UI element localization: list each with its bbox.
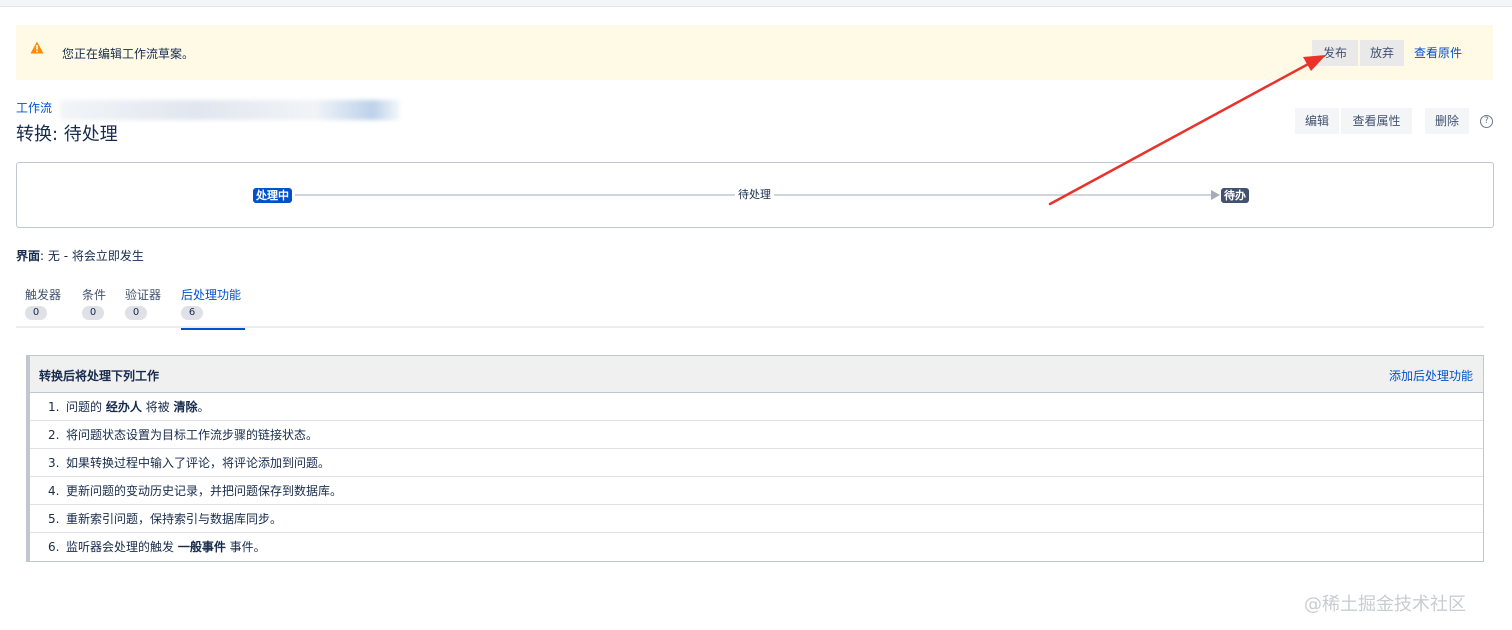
draft-warning-banner: 您正在编辑工作流草案。 发布 放弃 查看原件 [16,25,1493,80]
post-function-row: 2. 将问题状态设置为目标工作流步骤的链接状态。 [30,421,1483,449]
screen-label: 界面 [16,249,41,263]
publish-button[interactable]: 发布 [1312,40,1358,66]
watermark: @稀土掘金技术社区 [1304,594,1466,615]
post-functions-header: 转换后将处理下列工作 添加后处理功能 [30,356,1483,393]
post-function-row: 4. 更新问题的变动历史记录，并把问题保存到数据库。 [30,477,1483,505]
help-icon[interactable]: ? [1480,115,1493,128]
add-post-function-link[interactable]: 添加后处理功能 [1389,367,1473,384]
tab-post-functions[interactable]: 后处理功能 6 [181,286,245,330]
tab-count-badge: 0 [82,306,104,320]
screen-info: 界面: 无 - 将会立即发生 [16,247,144,264]
tab-label: 条件 [82,288,107,302]
post-function-row: 6. 监听器会处理的触发 一般事件 事件。 [48,540,266,554]
delete-button[interactable]: 删除 [1425,108,1469,134]
view-original-link[interactable]: 查看原件 [1414,40,1462,66]
page-title: 转换: 待处理 [16,124,118,145]
edit-button[interactable]: 编辑 [1295,108,1339,134]
tab-count-badge: 6 [181,306,203,320]
tab-label: 验证器 [125,288,162,302]
tab-label: 后处理功能 [181,288,242,302]
tab-label: 触发器 [25,288,62,302]
from-status-lozenge: 处理中 [253,188,292,203]
tab-count-badge: 0 [125,306,147,320]
warning-icon [30,41,44,54]
transition-tabs: 触发器 0 条件 0 验证器 0 后处理功能 6 [16,286,1484,330]
draft-message: 您正在编辑工作流草案。 [62,47,195,61]
discard-button[interactable]: 放弃 [1360,40,1404,66]
transition-diagram: 处理中 待处理 待办 [16,162,1494,228]
post-function-row: 5. 重新索引问题，保持索引与数据库同步。 [30,505,1483,533]
tab-count-badge: 0 [25,306,47,320]
post-functions-table: 转换后将处理下列工作 添加后处理功能 1. 问题的 经办人 将被 清除。 2. 将问… [26,355,1484,562]
tab-conditions[interactable]: 条件 0 [82,286,112,328]
arrow-head-icon [1211,190,1220,200]
tab-validators[interactable]: 验证器 0 [125,286,165,328]
to-status-lozenge: 待办 [1221,188,1249,203]
screen-value: : 无 - 将会立即发生 [40,249,144,263]
top-bar [0,0,1512,7]
view-properties-button[interactable]: 查看属性 [1341,108,1412,134]
post-function-row: 3. 如果转换过程中输入了评论，将评论添加到问题。 [30,449,1483,477]
post-function-row: 1. 问题的 经办人 将被 清除。 [30,393,1483,421]
post-functions-title: 转换后将处理下列工作 [39,369,160,383]
tab-triggers[interactable]: 触发器 0 [25,286,65,328]
transition-name: 待处理 [735,187,774,203]
breadcrumb-workflow-link[interactable]: 工作流 [16,99,52,116]
redacted-workflow-name [60,100,400,120]
